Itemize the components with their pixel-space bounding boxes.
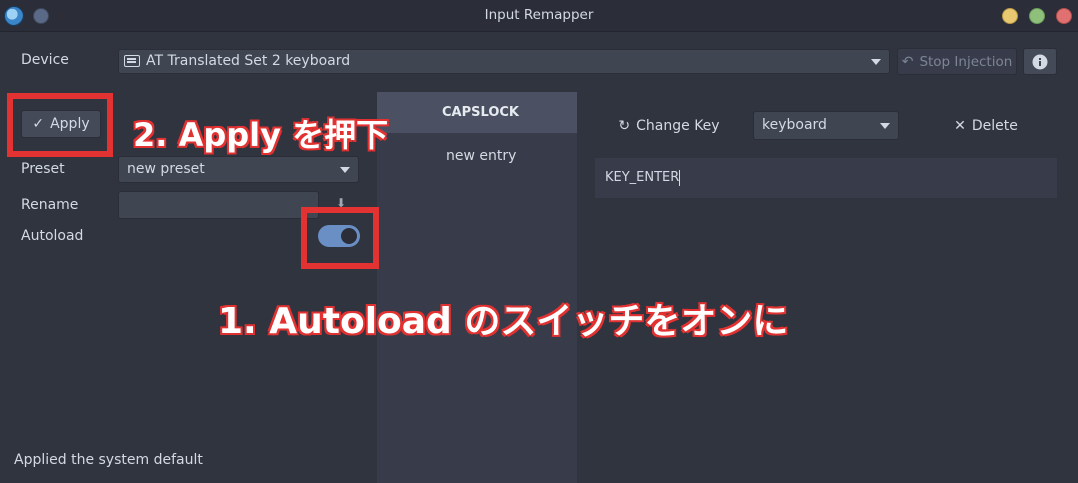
keyboard-icon	[124, 55, 140, 67]
autoload-label: Autoload	[21, 228, 84, 244]
output-text: KEY_ENTER	[605, 170, 680, 185]
minimize-button[interactable]	[1002, 8, 1018, 24]
close-icon: ✕	[954, 118, 966, 134]
preset-label: Preset	[21, 161, 65, 177]
chevron-down-icon	[880, 122, 890, 129]
device-label: Device	[21, 52, 69, 68]
refresh-icon: ↻	[618, 118, 631, 134]
delete-label: Delete	[971, 118, 1018, 134]
highlight-apply-box	[7, 93, 113, 157]
stop-injection-label: Stop Injection	[919, 53, 1013, 70]
annotation-step2: 2. Apply を押下	[132, 115, 389, 155]
output-editor[interactable]: KEY_ENTER	[595, 158, 1057, 198]
change-key-button[interactable]: ↻ Change Key	[614, 112, 724, 140]
target-dropdown[interactable]: keyboard	[753, 111, 899, 140]
status-text: Applied the system default	[14, 452, 203, 468]
change-key-label: Change Key	[636, 118, 720, 134]
delete-button[interactable]: ✕ Delete	[948, 112, 1024, 140]
highlight-autoload-box	[301, 207, 379, 269]
title-bar: Input Remapper	[0, 0, 1078, 32]
maximize-button[interactable]	[1029, 8, 1045, 24]
preset-dropdown[interactable]: new preset	[118, 156, 359, 183]
window-title: Input Remapper	[484, 7, 594, 23]
preset-selected-value: new preset	[127, 161, 205, 177]
target-selected-value: keyboard	[762, 117, 827, 133]
key-list-item-selected[interactable]: CAPSLOCK	[377, 92, 577, 133]
key-list-item[interactable]: new entry	[377, 141, 577, 171]
info-button[interactable]	[1023, 48, 1057, 75]
annotation-step1: 1. Autoload のスイッチをオンに	[217, 300, 789, 343]
rename-input[interactable]	[118, 191, 319, 219]
save-icon[interactable]: ⬇	[336, 196, 346, 210]
close-button[interactable]	[1056, 8, 1072, 24]
device-dropdown[interactable]: AT Translated Set 2 keyboard	[118, 49, 890, 74]
undo-icon: ↶	[901, 53, 914, 70]
info-icon	[1032, 54, 1048, 69]
device-selected-value: AT Translated Set 2 keyboard	[146, 53, 351, 69]
text-cursor	[679, 169, 681, 186]
rename-label: Rename	[21, 197, 79, 213]
stop-injection-button[interactable]: ↶ Stop Injection	[897, 48, 1017, 75]
chevron-down-icon	[871, 58, 881, 65]
chevron-down-icon	[340, 166, 350, 173]
key-list: CAPSLOCK new entry	[377, 92, 577, 483]
